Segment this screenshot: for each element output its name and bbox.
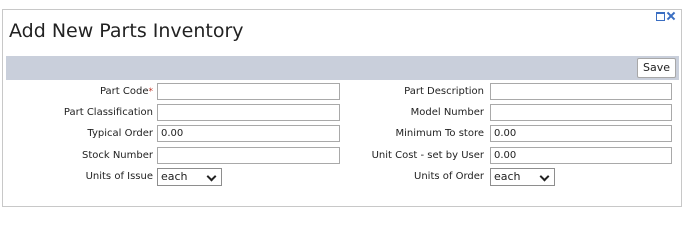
units-of-order-select[interactable]: each [490, 168, 555, 186]
required-mark: * [148, 87, 154, 97]
stock-number-label: Stock Number [81, 150, 153, 161]
chevron-down-icon [206, 171, 217, 182]
form-row: Part Code* Part Description [3, 83, 681, 101]
model-number-label: Model Number [410, 107, 484, 118]
typical-order-label: Typical Order [87, 128, 153, 139]
units-of-issue-label: Units of Issue [85, 171, 153, 182]
save-button[interactable]: Save [636, 58, 676, 78]
part-description-field[interactable] [490, 83, 672, 100]
typical-order-field[interactable] [157, 125, 340, 142]
part-classification-label: Part Classification [63, 107, 153, 118]
part-code-label: Part Code* [99, 86, 154, 97]
minimum-to-store-label: Minimum To store [395, 128, 484, 139]
window-title: Add New Parts Inventory [9, 20, 244, 42]
part-classification-field[interactable] [157, 104, 340, 121]
minimum-to-store-field[interactable] [490, 125, 672, 142]
model-number-field[interactable] [490, 104, 672, 121]
restore-icon[interactable] [655, 11, 665, 21]
unit-cost-label: Unit Cost - set by User [371, 150, 484, 161]
chevron-down-icon [539, 171, 550, 182]
form-row: Stock Number Unit Cost - set by User [3, 147, 681, 165]
units-of-order-label: Units of Order [414, 171, 484, 182]
unit-cost-field[interactable] [490, 147, 672, 164]
form-row: Typical Order Minimum To store [3, 125, 681, 143]
form-row: Units of Issue each Units of Order each [3, 168, 681, 186]
units-of-issue-value: each [161, 170, 188, 183]
parts-inventory-window: Add New Parts Inventory Save Part Code* … [2, 9, 682, 207]
part-code-field[interactable] [157, 83, 340, 100]
window-controls [655, 11, 676, 21]
toolbar: Save [6, 56, 679, 80]
close-icon[interactable] [666, 11, 676, 21]
part-description-label: Part Description [404, 86, 484, 97]
units-of-order-value: each [494, 170, 521, 183]
title-bar: Add New Parts Inventory [3, 10, 681, 45]
units-of-issue-select[interactable]: each [157, 168, 222, 186]
form-row: Part Classification Model Number [3, 104, 681, 122]
stock-number-field[interactable] [157, 147, 340, 164]
